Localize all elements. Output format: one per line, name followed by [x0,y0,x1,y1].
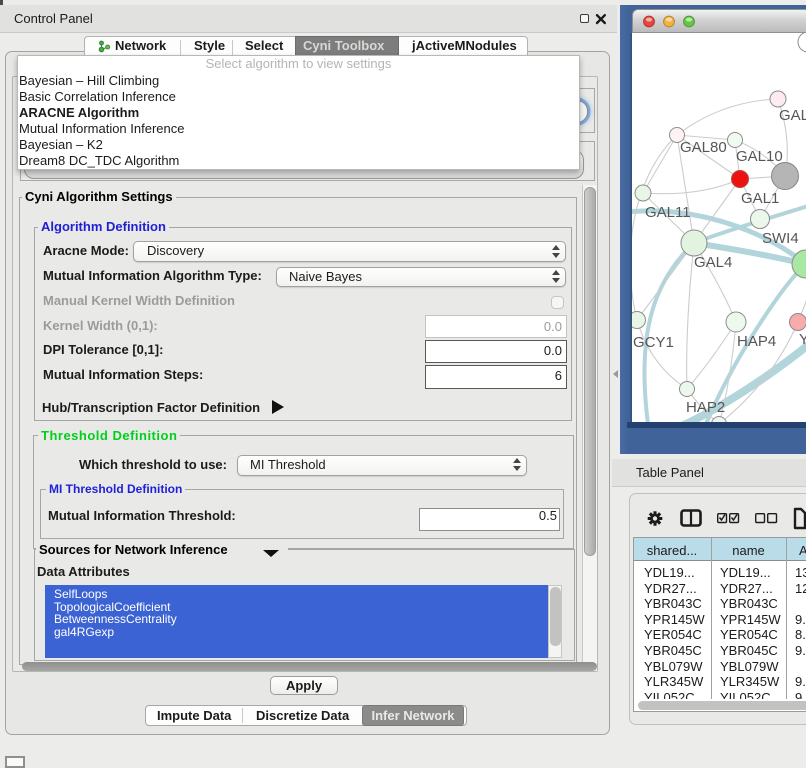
svg-text:Y: Y [799,331,806,348]
svg-text:HAP4: HAP4 [737,333,776,350]
svg-text:GCY1: GCY1 [633,334,674,351]
svg-text:GAL10: GAL10 [736,148,783,165]
svg-text:GAL1: GAL1 [741,190,779,207]
svg-text:HAP2: HAP2 [686,399,725,416]
svg-text:GAL11: GAL11 [645,204,691,221]
svg-text:GAL7: GAL7 [779,107,806,124]
svg-text:GAL80: GAL80 [680,139,727,156]
svg-text:SWI4: SWI4 [762,230,799,247]
svg-text:GAL4: GAL4 [694,254,732,271]
